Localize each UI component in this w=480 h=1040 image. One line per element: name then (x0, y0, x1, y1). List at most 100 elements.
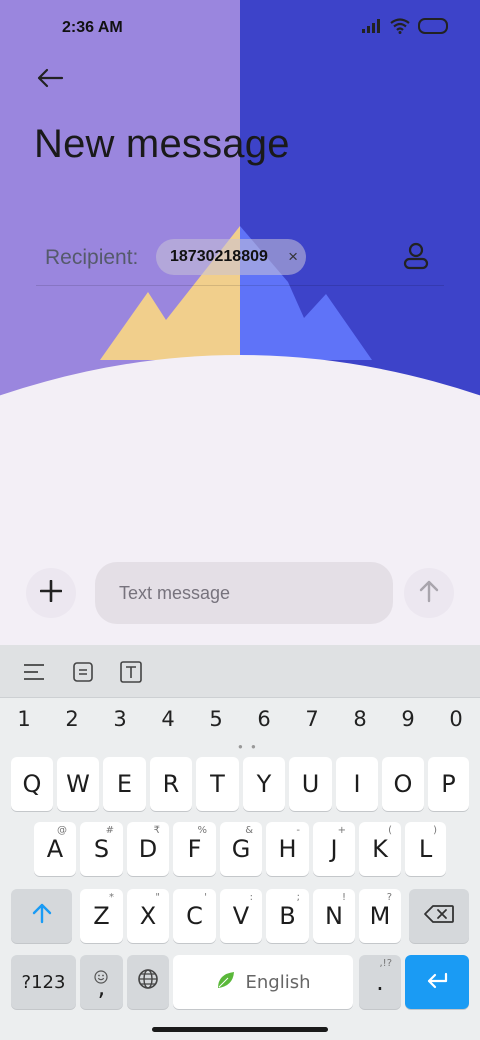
key-o[interactable]: O (382, 757, 424, 811)
add-attachment-button[interactable] (26, 568, 76, 618)
key-label: ?123 (21, 971, 66, 993)
period-key[interactable]: ,!? . (359, 955, 401, 1009)
key-hint: * (109, 892, 114, 903)
key-e[interactable]: E (103, 757, 146, 811)
key-s[interactable]: # S (80, 822, 123, 876)
key-hint: - (296, 825, 300, 836)
key-label: V (232, 902, 250, 930)
key-hint: @ (57, 825, 67, 836)
page-dots: ● ● (238, 742, 259, 751)
number-row: 1 2 3 4 5 6 7 8 9 0 (0, 707, 480, 741)
symbols-key[interactable]: ?123 (11, 955, 76, 1009)
arrow-left-icon (36, 68, 64, 93)
keyboard: 1 2 3 4 5 6 7 8 9 0 ● ● Q W E R T Y U I … (0, 645, 480, 1040)
key-label: X (139, 902, 157, 930)
message-input[interactable] (95, 562, 393, 624)
backspace-key[interactable] (409, 889, 469, 943)
key-c[interactable]: ' C (173, 889, 216, 943)
key-label: O (393, 770, 413, 798)
key-3[interactable]: 3 (100, 707, 140, 731)
wifi-icon (390, 18, 410, 39)
key-g[interactable]: & G (220, 822, 262, 876)
key-m[interactable]: ? M (359, 889, 401, 943)
key-4[interactable]: 4 (148, 707, 188, 731)
recipient-chip-number: 18730218809 (170, 248, 268, 265)
key-l[interactable]: ) L (405, 822, 446, 876)
key-j[interactable]: + J (313, 822, 355, 876)
status-bar: 2:36 AM (0, 0, 480, 56)
key-r[interactable]: R (150, 757, 192, 811)
back-button[interactable] (30, 60, 70, 100)
key-2[interactable]: 2 (52, 707, 92, 731)
key-h[interactable]: -H (266, 822, 309, 876)
key-n[interactable]: ! N (313, 889, 355, 943)
key-hint: + (337, 825, 346, 836)
key-k[interactable]: (K (359, 822, 401, 876)
keyboard-toolbar (0, 645, 480, 698)
key-label: L (418, 835, 433, 863)
key-label: N (325, 902, 343, 930)
page-title: New message (34, 122, 290, 166)
key-z[interactable]: * Z (80, 889, 123, 943)
shift-key[interactable] (11, 889, 72, 943)
key-d[interactable]: ₹ D (127, 822, 169, 876)
key-hint: ( (388, 825, 392, 836)
key-label: A (46, 835, 64, 863)
chip-remove-icon[interactable]: × (288, 247, 298, 267)
key-5[interactable]: 5 (196, 707, 236, 731)
key-0[interactable]: 0 (436, 707, 476, 731)
key-hint: # (105, 825, 114, 836)
plus-icon (39, 579, 63, 607)
enter-key[interactable] (405, 955, 469, 1009)
key-label: F (187, 835, 202, 863)
recipient-chip[interactable]: 18730218809 × (156, 239, 306, 275)
key-y[interactable]: Y (243, 757, 285, 811)
key-v[interactable]: :V (220, 889, 262, 943)
status-icons (362, 18, 450, 39)
key-t[interactable]: T (196, 757, 239, 811)
key-u[interactable]: U (289, 757, 332, 811)
key-hint: & (245, 825, 253, 836)
key-q[interactable]: Q (11, 757, 53, 811)
text-t-icon[interactable] (117, 658, 145, 686)
language-key[interactable] (127, 955, 169, 1009)
key-label: R (162, 770, 180, 798)
key-1[interactable]: 1 (4, 707, 44, 731)
key-8[interactable]: 8 (340, 707, 380, 731)
signal-icon (362, 19, 382, 38)
key-label: P (441, 770, 456, 798)
text-box-icon[interactable] (69, 658, 97, 686)
key-label: I (353, 770, 361, 798)
key-hint: : (249, 892, 253, 903)
recipient-field[interactable]: Recipient: 18730218809 × (36, 234, 444, 286)
comma-emoji-key[interactable]: , (80, 955, 123, 1009)
backspace-icon (423, 902, 455, 930)
key-p[interactable]: P (428, 757, 469, 811)
key-x[interactable]: " X (127, 889, 169, 943)
key-label: U (301, 770, 320, 798)
key-i[interactable]: I (336, 757, 378, 811)
key-label: B (279, 902, 296, 930)
space-key[interactable]: English (173, 955, 353, 1009)
key-label: Q (22, 770, 42, 798)
align-left-icon[interactable] (20, 658, 48, 686)
key-hint: ! (341, 892, 346, 903)
key-hint: ,!? (379, 958, 393, 969)
key-label: Z (93, 902, 110, 930)
send-button[interactable] (404, 568, 454, 618)
contact-picker-button[interactable] (396, 238, 436, 278)
home-indicator[interactable] (152, 1027, 328, 1032)
key-w[interactable]: W (57, 757, 99, 811)
key-b[interactable]: ; B (266, 889, 309, 943)
key-7[interactable]: 7 (292, 707, 332, 731)
key-label: J (330, 835, 338, 863)
key-label: . (376, 968, 384, 996)
key-a[interactable]: @ A (34, 822, 76, 876)
key-6[interactable]: 6 (244, 707, 284, 731)
key-f[interactable]: % F (173, 822, 216, 876)
key-hint: ; (296, 892, 300, 903)
key-label: , (97, 973, 106, 1001)
key-label: W (66, 770, 90, 798)
key-label: H (278, 835, 297, 863)
key-9[interactable]: 9 (388, 707, 428, 731)
